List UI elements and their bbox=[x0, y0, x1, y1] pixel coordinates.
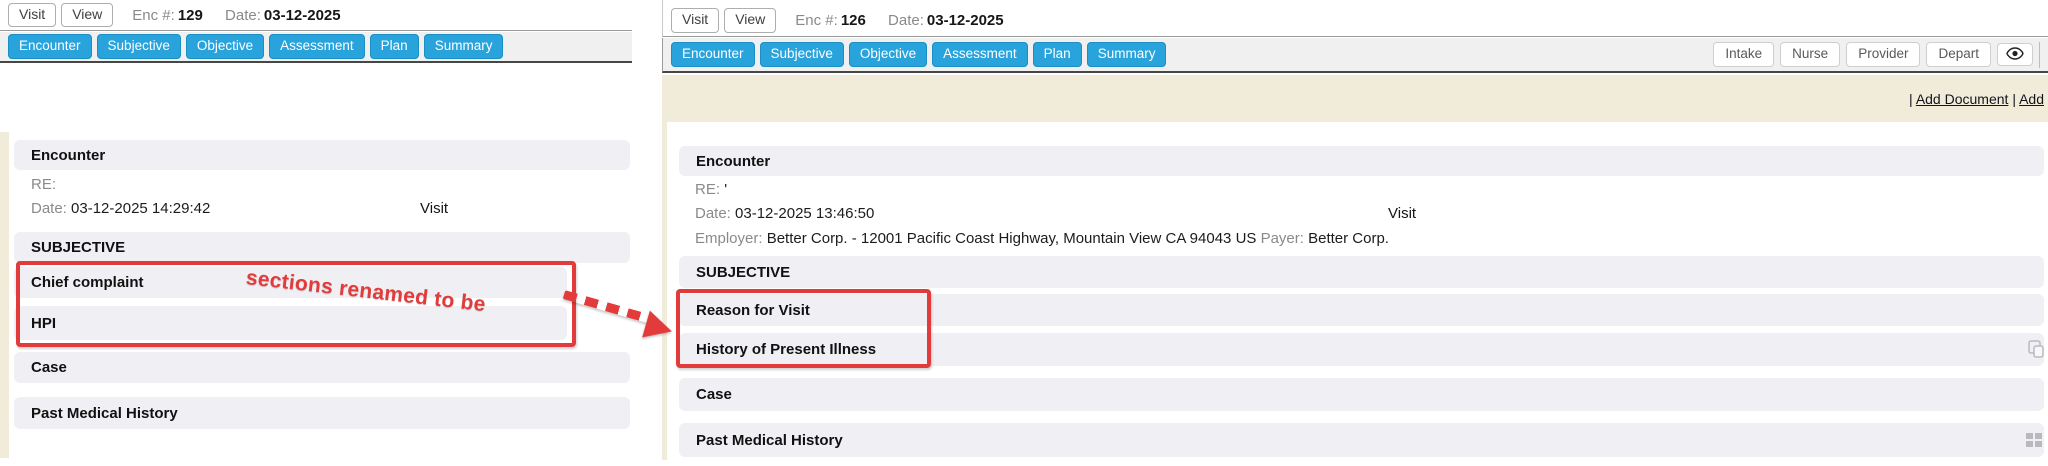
nurse-button[interactable]: Nurse bbox=[1780, 42, 1840, 67]
depart-button[interactable]: Depart bbox=[1926, 42, 1991, 67]
document-links-bar: | Add Document | Add bbox=[662, 75, 2048, 122]
add-document-link[interactable]: Add Document bbox=[1916, 91, 2009, 107]
section-row-past-medical-history[interactable]: Past Medical History bbox=[679, 423, 2044, 457]
left-section-tabbar: Encounter Subjective Objective Assessmen… bbox=[0, 32, 632, 63]
subjective-section-header[interactable]: SUBJECTIVE bbox=[679, 256, 2044, 288]
right-section-tabbar: Encounter Subjective Objective Assessmen… bbox=[662, 38, 2048, 73]
section-row-case[interactable]: Case bbox=[14, 352, 630, 383]
view-button[interactable]: View bbox=[724, 8, 776, 32]
tab-plan[interactable]: Plan bbox=[1033, 42, 1082, 67]
grid-icon[interactable] bbox=[2026, 433, 2043, 448]
enc-number: Enc #:126 Date:03-12-2025 bbox=[795, 12, 1021, 29]
enc-date-label: Date: bbox=[888, 12, 924, 29]
right-encounter-toolbar: Visit View Enc #:126 Date:03-12-2025 bbox=[662, 0, 2048, 37]
re-line: RE: bbox=[31, 176, 56, 193]
date-line: Date: 03-12-2025 13:46:50 bbox=[695, 205, 874, 222]
view-button[interactable]: View bbox=[61, 3, 113, 27]
section-row-label: Past Medical History bbox=[679, 432, 843, 449]
visit-button[interactable]: Visit bbox=[671, 8, 719, 32]
provider-button[interactable]: Provider bbox=[1846, 42, 1920, 67]
visit-button[interactable]: Visit bbox=[8, 3, 56, 27]
tab-objective[interactable]: Objective bbox=[849, 42, 927, 67]
enc-number-label: Enc #: bbox=[132, 7, 175, 24]
date-line: Date: 03-12-2025 14:29:42 bbox=[31, 200, 210, 217]
enc-number-label: Enc #: bbox=[795, 12, 838, 29]
tab-assessment[interactable]: Assessment bbox=[932, 42, 1028, 67]
left-screenshot-panel: Visit View Enc #:129 Date:03-12-2025 Enc… bbox=[0, 0, 650, 466]
enc-date-value: 03-12-2025 bbox=[927, 12, 1004, 29]
subjective-section-title: SUBJECTIVE bbox=[14, 239, 125, 256]
annotation-box-new-names bbox=[676, 289, 931, 368]
subjective-section-header[interactable]: SUBJECTIVE bbox=[14, 232, 630, 263]
tab-subjective[interactable]: Subjective bbox=[760, 42, 844, 67]
toolbar-divider bbox=[2039, 42, 2040, 68]
left-encounter-toolbar: Visit View Enc #:129 Date:03-12-2025 bbox=[0, 0, 632, 31]
section-row-label: Past Medical History bbox=[14, 405, 178, 422]
add-links: | Add Document | Add bbox=[1909, 91, 2044, 107]
enc-number-value: 126 bbox=[841, 12, 866, 29]
section-row-case[interactable]: Case bbox=[679, 378, 2044, 411]
enc-number-value: 129 bbox=[178, 7, 203, 24]
intake-button[interactable]: Intake bbox=[1713, 42, 1774, 67]
tab-objective[interactable]: Objective bbox=[186, 34, 264, 59]
re-line: RE: ' bbox=[695, 181, 727, 198]
tab-summary[interactable]: Summary bbox=[424, 34, 504, 59]
visit-link[interactable]: Visit bbox=[420, 200, 448, 217]
employer-payer-line: Employer: Better Corp. - 12001 Pacific C… bbox=[695, 230, 1389, 247]
visit-stage-buttons: Intake Nurse Provider Depart bbox=[1713, 42, 2048, 68]
tab-summary[interactable]: Summary bbox=[1087, 42, 1167, 67]
page-margin bbox=[662, 122, 667, 460]
section-row-past-medical-history[interactable]: Past Medical History bbox=[14, 397, 630, 429]
encounter-section-title: Encounter bbox=[679, 153, 770, 170]
copy-icon[interactable] bbox=[2026, 339, 2046, 359]
tab-encounter[interactable]: Encounter bbox=[671, 42, 755, 67]
section-row-label: Case bbox=[679, 386, 732, 403]
tab-subjective[interactable]: Subjective bbox=[97, 34, 181, 59]
encounter-section-header[interactable]: Encounter bbox=[679, 146, 2044, 176]
enc-date-value: 03-12-2025 bbox=[264, 7, 341, 24]
encounter-section-header[interactable]: Encounter bbox=[14, 140, 630, 170]
tab-assessment[interactable]: Assessment bbox=[269, 34, 365, 59]
enc-date-label: Date: bbox=[225, 7, 261, 24]
enc-number: Enc #:129 Date:03-12-2025 bbox=[132, 7, 358, 24]
add-link[interactable]: Add bbox=[2019, 91, 2044, 107]
tab-encounter[interactable]: Encounter bbox=[8, 34, 92, 59]
tab-plan[interactable]: Plan bbox=[370, 34, 419, 59]
section-row-label: Case bbox=[14, 359, 67, 376]
visit-link[interactable]: Visit bbox=[1388, 205, 1416, 222]
encounter-section-title: Encounter bbox=[14, 147, 105, 164]
subjective-section-title: SUBJECTIVE bbox=[679, 264, 790, 281]
page-margin bbox=[0, 132, 9, 458]
eye-icon[interactable] bbox=[1997, 43, 2033, 66]
right-screenshot-panel: Visit View Enc #:126 Date:03-12-2025 Enc… bbox=[662, 0, 2048, 466]
